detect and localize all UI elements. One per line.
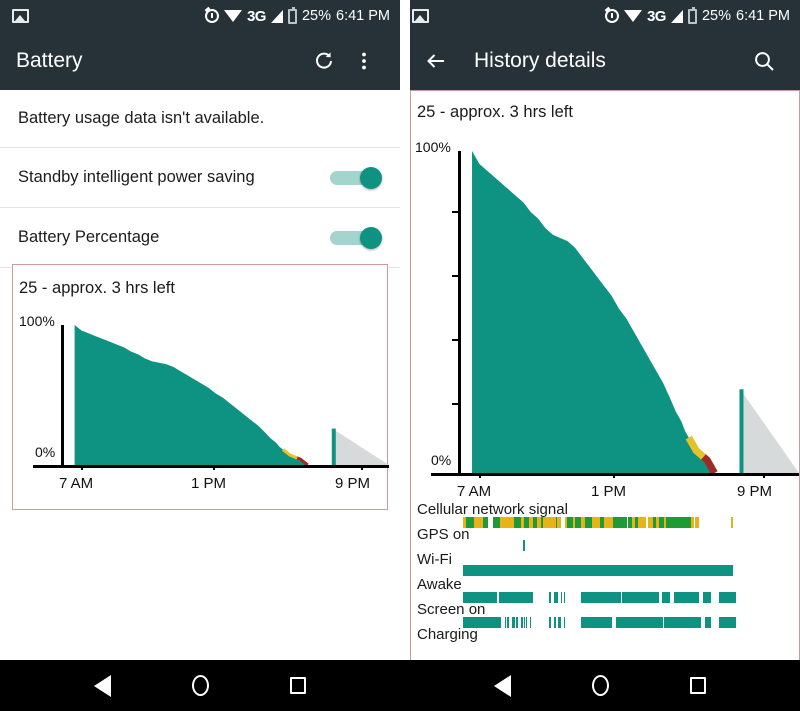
x-axis-label-mid: 1 PM: [191, 475, 227, 492]
y-axis-tick: [452, 403, 459, 405]
alarm-icon: [204, 9, 219, 23]
refresh-icon[interactable]: [304, 41, 344, 81]
signal-icon: [670, 9, 683, 23]
status-bar-left: 3G 25% 6:41 PM: [0, 0, 400, 32]
clock-label: 6:41 PM: [336, 8, 390, 24]
wifi-icon: [223, 10, 242, 22]
timeline-row-cellular: Cellular network signal: [411, 501, 800, 528]
timeline-row-wifi: Wi-Fi: [411, 551, 800, 576]
timeline-segment: [463, 565, 733, 576]
timeline-track: [461, 615, 799, 628]
timeline-track: [461, 640, 799, 651]
battery-chart: 100% 0% 7 AM 1 PM 9 PM: [13, 305, 389, 505]
standby-power-saving-toggle[interactable]: [330, 166, 382, 189]
alarm-icon: [604, 9, 619, 23]
x-axis-label-start: 7 AM: [457, 483, 492, 500]
battery-percent-label: 25%: [301, 8, 331, 24]
y-axis-tick: [452, 211, 459, 213]
battery-icon: [687, 6, 697, 24]
network-type-label: 3G: [646, 7, 667, 25]
list-item: Battery usage data isn't available.: [0, 90, 400, 148]
x-axis-label-start: 7 AM: [59, 475, 94, 492]
app-bar-history-details: History details: [400, 32, 800, 90]
status-bar-system-icons: 3G 25% 6:41 PM: [604, 6, 790, 25]
battery-history-chart-card[interactable]: 25 - approx. 3 hrs left 100% 0% 7 AM 1 P…: [12, 264, 389, 510]
search-icon[interactable]: [744, 41, 784, 81]
network-type-label: 3G: [246, 7, 267, 25]
back-button-icon[interactable]: [94, 674, 112, 697]
chart-title: 25 - approx. 3 hrs left: [417, 103, 573, 121]
y-axis-label-min: 0%: [431, 452, 452, 468]
home-button-icon[interactable]: [591, 675, 609, 696]
battery-plot-area: [461, 151, 799, 473]
timeline-track: [461, 540, 799, 551]
history-details-card: 25 - approx. 3 hrs left 100% 0% 7 AM 1 P…: [410, 90, 800, 660]
status-bar-notifications: [12, 9, 29, 23]
battery-plot-area: [64, 325, 389, 465]
home-button-icon[interactable]: [191, 675, 209, 696]
toggle-thumb: [360, 226, 382, 249]
recents-button-icon[interactable]: [689, 677, 706, 694]
page-title: Battery: [16, 49, 83, 72]
system-navigation-bar: [0, 660, 800, 711]
timeline-row-charging: Charging: [411, 626, 800, 651]
timeline-track: [461, 515, 799, 528]
y-axis-label-max: 100%: [415, 139, 451, 155]
timeline-label: Awake: [417, 576, 462, 593]
history-details-pane: 3G 25% 6:41 PM History details 25 - appr…: [400, 0, 800, 660]
y-axis-label-min: 0%: [35, 444, 56, 460]
timeline-row-gps: GPS on: [411, 526, 800, 551]
wifi-icon: [623, 10, 642, 22]
x-axis-line: [33, 465, 389, 468]
x-axis-label-end: 9 PM: [737, 483, 773, 500]
battery-percent-label: 25%: [701, 8, 731, 24]
timeline-row-awake: Awake: [411, 576, 800, 603]
timeline-segment: [523, 540, 525, 551]
toggle-thumb: [360, 166, 382, 189]
chart-title: 25 - approx. 3 hrs left: [19, 279, 175, 297]
clock-label: 6:41 PM: [736, 8, 790, 24]
battery-settings-list: Battery usage data isn't available. Stan…: [0, 90, 400, 268]
x-axis-label-end: 9 PM: [335, 475, 371, 492]
overflow-menu-icon[interactable]: [344, 41, 384, 81]
photo-icon: [412, 9, 429, 23]
back-arrow-icon[interactable]: [416, 41, 456, 81]
timeline-track: [461, 590, 799, 603]
status-bar-right: 3G 25% 6:41 PM: [400, 0, 800, 32]
battery-icon: [287, 6, 297, 24]
x-axis-label-mid: 1 PM: [591, 483, 627, 500]
y-axis-tick: [452, 275, 459, 277]
battery-chart-large: 100% 0% 7 AM 1 PM 9 PM: [411, 131, 800, 501]
nav-buttons-right: [400, 660, 800, 711]
list-item[interactable]: Standby intelligent power saving: [0, 148, 400, 208]
x-axis-line: [431, 473, 799, 476]
status-bar-notifications: [412, 9, 429, 23]
y-axis-label-max: 100%: [19, 313, 55, 329]
timeline-label: Wi-Fi: [417, 551, 452, 568]
event-timelines: Cellular network signal GPS on Wi-Fi Awa…: [411, 501, 800, 651]
list-item-label: Battery usage data isn't available.: [18, 109, 265, 127]
list-item[interactable]: Battery Percentage: [0, 208, 400, 268]
list-item-label: Standby intelligent power saving: [18, 168, 255, 186]
timeline-track: [461, 565, 799, 576]
status-bar-system-icons: 3G 25% 6:41 PM: [204, 6, 390, 25]
page-title: History details: [474, 49, 606, 72]
app-bar-battery: Battery: [0, 32, 400, 90]
back-button-icon[interactable]: [494, 674, 512, 697]
recents-button-icon[interactable]: [289, 677, 306, 694]
list-item-label: Battery Percentage: [18, 228, 160, 246]
photo-icon: [12, 9, 29, 23]
battery-settings-pane: 3G 25% 6:41 PM Battery Battery usage dat…: [0, 0, 400, 660]
signal-icon: [270, 9, 283, 23]
nav-buttons-left: [0, 660, 400, 711]
y-axis-tick: [452, 339, 459, 341]
timeline-row-screen: Screen on: [411, 601, 800, 628]
battery-percentage-toggle[interactable]: [330, 226, 382, 249]
screenshot-root: 3G 25% 6:41 PM Battery Battery usage dat…: [0, 0, 800, 711]
